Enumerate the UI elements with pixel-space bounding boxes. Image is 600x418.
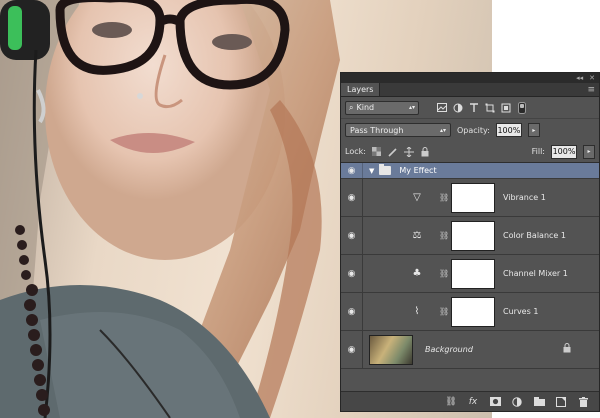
mask-link-icon[interactable]: ⛓: [439, 193, 449, 202]
fill-input[interactable]: 100%: [551, 144, 577, 159]
lock-label: Lock:: [345, 147, 366, 156]
layers-list: ◉ ▼ My Effect ◉ ▽ ⛓ Vibrance 1 ◉ ⚖ ⛓ Col…: [341, 163, 599, 369]
close-icon[interactable]: ✕: [589, 74, 595, 82]
search-icon: ⌕: [349, 102, 354, 112]
background-layer-name: Background: [425, 345, 473, 354]
new-adjustment-icon[interactable]: [511, 396, 523, 408]
lock-transparent-icon[interactable]: [372, 147, 382, 157]
visibility-eye-icon[interactable]: ◉: [341, 179, 363, 216]
layer-name: Vibrance 1: [503, 193, 546, 202]
visibility-eye-icon[interactable]: ◉: [341, 331, 363, 368]
delete-layer-icon[interactable]: [577, 396, 589, 408]
collapse-icon[interactable]: ◂◂: [576, 74, 583, 82]
select-arrow-icon: ▴▾: [408, 104, 415, 111]
layer-row[interactable]: ◉ ⚖ ⛓ Color Balance 1: [341, 217, 599, 255]
layer-name: Channel Mixer 1: [503, 269, 568, 278]
smart-object-filter-icon[interactable]: [501, 103, 511, 113]
panel-header-strip: ◂◂ ✕: [341, 73, 599, 83]
background-thumbnail[interactable]: [369, 334, 413, 365]
adjustment-filter-icon[interactable]: [453, 103, 463, 113]
layer-row[interactable]: ◉ ▽ ⛓ Vibrance 1: [341, 179, 599, 217]
new-group-icon[interactable]: [533, 396, 545, 408]
kind-filter-select[interactable]: ⌕ Kind ▴▾: [345, 100, 419, 115]
mask-link-icon[interactable]: ⛓: [439, 269, 449, 278]
group-name: My Effect: [399, 166, 437, 175]
layer-mask-thumbnail[interactable]: [451, 258, 495, 289]
lock-icon: [563, 343, 571, 356]
fill-slider-button[interactable]: ▸: [583, 144, 595, 159]
panel-menu-icon[interactable]: ≡: [587, 85, 595, 95]
filter-toggle-icon[interactable]: [517, 101, 527, 114]
layer-name: Curves 1: [503, 307, 539, 316]
mask-link-icon[interactable]: ⛓: [439, 231, 449, 240]
lock-all-icon[interactable]: [420, 146, 430, 157]
layer-group-row[interactable]: ◉ ▼ My Effect: [341, 163, 599, 179]
layers-panel: ◂◂ ✕ Layers ≡ ⌕ Kind ▴▾ Pass Through ▴▾ …: [340, 72, 600, 412]
image-filter-icon[interactable]: [437, 103, 447, 113]
lock-row: Lock: Fill: 100% ▸: [341, 141, 599, 163]
layer-row[interactable]: ◉ ♣ ⛓ Channel Mixer 1: [341, 255, 599, 293]
group-disclosure-icon[interactable]: ▼: [369, 167, 374, 175]
fx-icon[interactable]: fx: [467, 396, 479, 408]
shape-filter-icon[interactable]: [485, 103, 495, 113]
layer-name: Color Balance 1: [503, 231, 566, 240]
opacity-label: Opacity:: [457, 125, 490, 135]
curves-icon: ⌇: [414, 306, 420, 317]
type-filter-icon[interactable]: [469, 102, 479, 113]
tab-layers[interactable]: Layers: [341, 83, 381, 96]
vibrance-icon: ▽: [413, 192, 421, 203]
channel-mixer-icon: ♣: [412, 268, 422, 279]
layer-mask-thumbnail[interactable]: [451, 220, 495, 251]
mask-link-icon[interactable]: ⛓: [439, 307, 449, 316]
new-layer-icon[interactable]: [555, 396, 567, 408]
visibility-eye-icon[interactable]: ◉: [341, 293, 363, 330]
opacity-slider-button[interactable]: ▸: [527, 123, 540, 137]
blend-row: Pass Through ▴▾ Opacity: 100% ▸: [341, 119, 599, 141]
blend-mode-select[interactable]: Pass Through ▴▾: [345, 123, 451, 137]
add-mask-icon[interactable]: [489, 396, 501, 408]
color-balance-icon: ⚖: [412, 230, 422, 241]
layer-row[interactable]: ◉ ⌇ ⛓ Curves 1: [341, 293, 599, 331]
filter-row: ⌕ Kind ▴▾: [341, 97, 599, 119]
fill-label: Fill:: [531, 147, 545, 156]
folder-icon: [379, 164, 392, 175]
kind-label: Kind: [356, 103, 375, 112]
visibility-eye-icon[interactable]: ◉: [341, 255, 363, 292]
visibility-eye-icon[interactable]: ◉: [341, 217, 363, 254]
visibility-eye-icon[interactable]: ◉: [341, 163, 363, 178]
lock-pixels-icon[interactable]: [388, 147, 398, 157]
blend-mode-value: Pass Through: [350, 125, 404, 135]
layer-mask-thumbnail[interactable]: [451, 296, 495, 327]
background-layer-row[interactable]: ◉ Background: [341, 331, 599, 369]
layer-mask-thumbnail[interactable]: [451, 182, 495, 213]
panel-tabbar: Layers ≡: [341, 83, 599, 97]
lock-position-icon[interactable]: [403, 146, 414, 157]
select-arrow-icon: ▴▾: [439, 126, 446, 134]
link-layers-icon[interactable]: ⛓: [445, 396, 457, 408]
opacity-input[interactable]: 100%: [495, 123, 522, 137]
panel-bottom-toolbar: ⛓ fx: [341, 391, 599, 411]
